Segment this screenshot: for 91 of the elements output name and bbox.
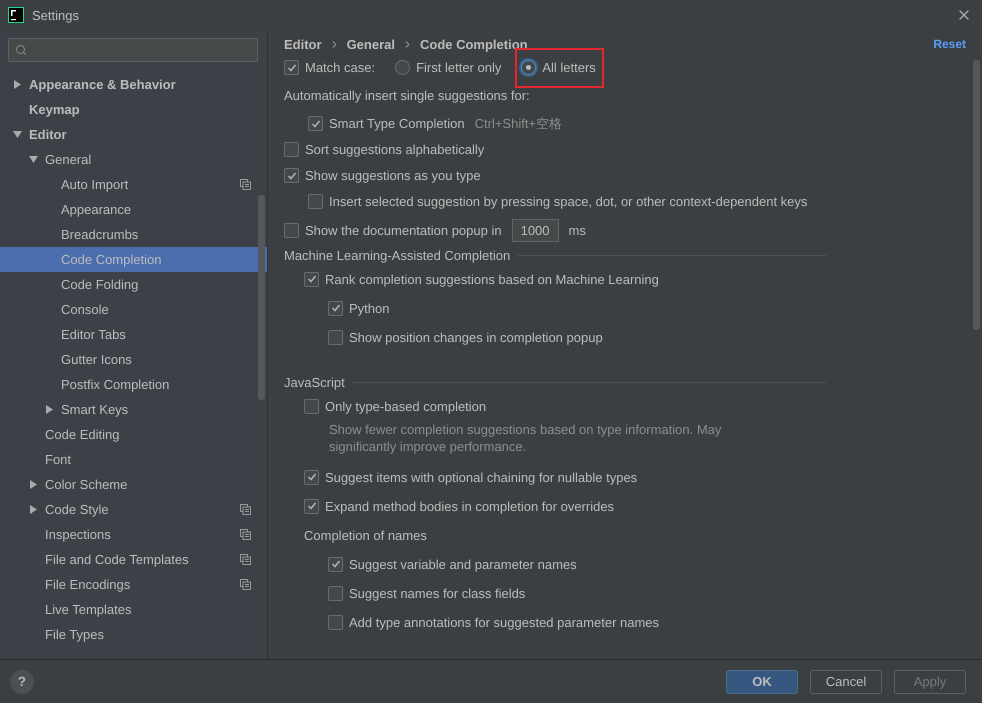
sidebar-item[interactable]: Auto Import	[0, 172, 267, 197]
sidebar-item[interactable]: Font	[0, 447, 267, 472]
sidebar-item[interactable]: File Encodings	[0, 572, 267, 597]
checkbox[interactable]	[304, 398, 319, 414]
checkmark-icon	[306, 274, 316, 284]
collapsed-arrow-icon[interactable]	[29, 480, 38, 489]
radio-button[interactable]	[521, 60, 536, 76]
checkbox[interactable]	[284, 223, 299, 238]
option-label: Match case:	[305, 60, 376, 76]
scrollbar[interactable]	[258, 195, 265, 400]
sidebar-item[interactable]: Appearance & Behavior	[0, 72, 267, 97]
help-button[interactable]: ?	[10, 670, 34, 694]
collapsed-arrow-icon[interactable]	[45, 405, 54, 414]
shortcut-hint: Ctrl+Shift+空格	[474, 114, 562, 133]
collapsed-arrow-icon[interactable]	[29, 505, 38, 514]
scrollbar[interactable]	[973, 60, 980, 330]
option-label: Add type annotations for suggested parameter names	[349, 614, 660, 630]
search-field[interactable]	[8, 38, 258, 62]
unit-label: ms	[568, 223, 586, 238]
sidebar-item[interactable]: Gutter Icons	[0, 347, 267, 372]
option-label: Show the documentation popup in	[305, 223, 502, 238]
checkmark-icon	[286, 170, 296, 181]
sidebar-item[interactable]: Postfix Completion	[0, 372, 267, 397]
option-label: Suggest variable and parameter names	[349, 556, 577, 572]
sidebar-item[interactable]: Breadcrumbs	[0, 222, 267, 247]
option-label: Expand method bodies in completion for overrides	[325, 498, 614, 514]
sidebar-item[interactable]: General	[0, 147, 267, 172]
option-description: Show fewer completion suggestions based on type information. May significantly improve performance.	[328, 420, 722, 455]
checkbox[interactable]	[328, 556, 343, 572]
option-label: First letter only	[416, 60, 502, 76]
sidebar-item[interactable]: Code Editing	[0, 422, 267, 447]
breadcrumb-item: General	[346, 36, 395, 52]
breadcrumb-item: Editor	[284, 36, 322, 52]
checkbox[interactable]	[284, 168, 299, 184]
checkbox[interactable]	[328, 330, 343, 345]
section-title: JavaScript	[284, 375, 345, 390]
checkbox[interactable]	[284, 60, 299, 76]
option-label: Suggest items with optional chaining for nullable types	[325, 470, 638, 485]
delay-field[interactable]: 1000	[512, 219, 559, 242]
sidebar-item[interactable]: Code Folding	[0, 272, 267, 297]
checkbox[interactable]	[284, 142, 299, 158]
option-label: Suggest names for class fields	[349, 586, 526, 601]
sidebar-item[interactable]: Color Scheme	[0, 472, 267, 497]
search-icon	[15, 44, 27, 56]
sidebar-item[interactable]: File and Code Templates	[0, 547, 267, 572]
checkbox[interactable]	[328, 614, 343, 630]
expanded-arrow-icon[interactable]	[29, 155, 38, 164]
dialog-button[interactable]: Cancel	[810, 670, 882, 694]
dialog-button[interactable]: OK	[726, 670, 798, 694]
checkbox[interactable]	[328, 300, 343, 316]
group-label: Automatically insert single suggestions for:	[284, 88, 530, 104]
checkmark-icon	[330, 559, 340, 570]
highlight-frame[interactable]: All letters	[515, 48, 604, 88]
sidebar-item[interactable]: Editor Tabs	[0, 322, 267, 347]
checkbox[interactable]	[308, 116, 323, 132]
checkmark-icon	[310, 118, 320, 129]
radio-button[interactable]	[395, 60, 410, 76]
option-label: Rank completion suggestions based on Machine Learning	[325, 272, 659, 287]
section-title: Machine Learning-Assisted Completion	[284, 248, 510, 264]
sidebar-item[interactable]: Code Style	[0, 497, 267, 522]
reset-link[interactable]: Reset	[933, 37, 966, 52]
option-label: Sort suggestions alphabetically	[305, 142, 484, 158]
checkbox[interactable]	[304, 470, 319, 485]
option-label: Show suggestions as you type	[305, 168, 481, 184]
checkmark-icon	[306, 501, 316, 512]
sidebar-item[interactable]: Smart Keys	[0, 397, 267, 422]
expanded-arrow-icon[interactable]	[13, 130, 22, 139]
checkmark-icon	[306, 472, 316, 482]
checkmark-icon	[330, 303, 340, 314]
option-label: Only type-based completion	[325, 398, 486, 414]
sidebar-item[interactable]: Console	[0, 297, 267, 322]
sidebar-item[interactable]: Appearance	[0, 197, 267, 222]
group-label: Completion of names	[304, 528, 427, 543]
app-logo	[8, 7, 24, 23]
checkbox[interactable]	[308, 194, 323, 210]
checkbox[interactable]	[304, 272, 319, 287]
option-label: Show position changes in completion popup	[349, 330, 603, 345]
checkmark-icon	[286, 62, 296, 73]
sidebar-item[interactable]: File Types	[0, 622, 267, 647]
option-label: Insert selected suggestion by pressing space, dot, or other context-dependent keys	[329, 194, 808, 210]
sidebar-item[interactable]: Inspections	[0, 522, 267, 547]
window-title: Settings	[32, 8, 80, 22]
option-label: Smart Type Completion	[329, 116, 465, 132]
collapsed-arrow-icon[interactable]	[13, 80, 22, 89]
sidebar-item[interactable]: Live Templates	[0, 597, 267, 622]
option-label: Python	[349, 300, 390, 316]
checkbox[interactable]	[304, 498, 319, 514]
sidebar-item[interactable]: Editor	[0, 122, 267, 147]
sidebar-item[interactable]: Keymap	[0, 97, 267, 122]
option-label: All letters	[542, 60, 596, 76]
checkbox[interactable]	[328, 586, 343, 601]
